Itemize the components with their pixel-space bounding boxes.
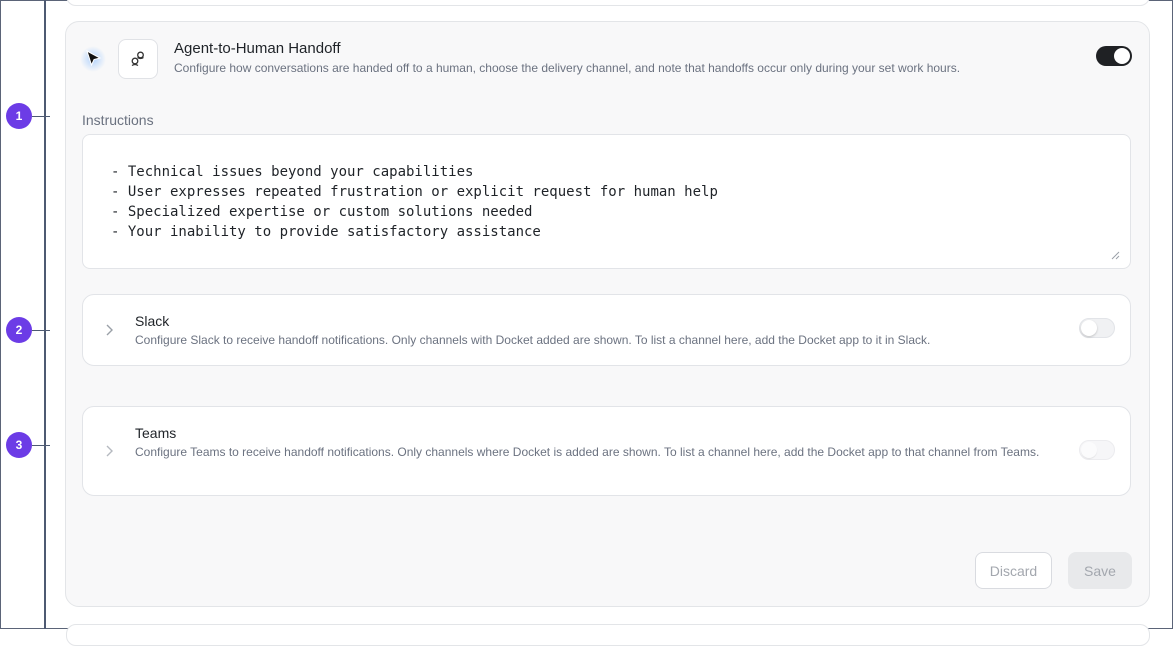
instructions-line: - Technical issues beyond your capabilit… bbox=[111, 164, 474, 180]
cursor-arrow-icon bbox=[86, 50, 102, 67]
instructions-textarea[interactable]: - Technical issues beyond your capabilit… bbox=[82, 134, 1131, 269]
slack-title: Slack bbox=[135, 313, 170, 329]
handoff-icon bbox=[118, 39, 158, 79]
instructions-line: - Your inability to provide satisfactory… bbox=[111, 224, 541, 240]
slack-enabled-toggle[interactable] bbox=[1079, 318, 1115, 338]
instructions-label: Instructions bbox=[82, 112, 154, 128]
instructions-line: - Specialized expertise or custom soluti… bbox=[111, 204, 533, 220]
save-button[interactable]: Save bbox=[1068, 552, 1132, 589]
teams-title: Teams bbox=[135, 425, 177, 441]
next-card bbox=[66, 624, 1150, 646]
handoff-title: Agent-to-Human Handoff bbox=[174, 40, 341, 57]
teams-description: Configure Teams to receive handoff notif… bbox=[135, 445, 1040, 459]
toggle-knob bbox=[1114, 48, 1130, 64]
chevron-right-icon[interactable] bbox=[104, 444, 114, 458]
handoff-enabled-toggle[interactable] bbox=[1096, 46, 1132, 66]
annotation-connector-3 bbox=[32, 445, 50, 446]
annotation-marker-2: 2 bbox=[6, 317, 32, 343]
teams-channel-card[interactable]: Teams Configure Teams to receive handoff… bbox=[82, 406, 1131, 496]
link-nodes-icon bbox=[131, 51, 144, 67]
toggle-knob bbox=[1081, 320, 1097, 336]
slack-description: Configure Slack to receive handoff notif… bbox=[135, 333, 931, 347]
discard-button[interactable]: Discard bbox=[975, 552, 1052, 589]
annotation-guide-line bbox=[44, 0, 46, 629]
chevron-right-icon[interactable] bbox=[104, 323, 114, 337]
annotation-marker-1: 1 bbox=[6, 103, 32, 129]
annotation-marker-3: 3 bbox=[6, 432, 32, 458]
annotation-connector-2 bbox=[32, 330, 50, 331]
instructions-line: - User expresses repeated frustration or… bbox=[111, 184, 718, 200]
toggle-knob bbox=[1081, 442, 1097, 458]
slack-channel-card[interactable]: Slack Configure Slack to receive handoff… bbox=[82, 294, 1131, 366]
annotation-connector-1 bbox=[32, 116, 50, 117]
previous-card bbox=[66, 0, 1150, 6]
teams-enabled-toggle[interactable] bbox=[1079, 440, 1115, 460]
resize-handle-icon[interactable] bbox=[1111, 251, 1120, 260]
handoff-subtitle: Configure how conversations are handed o… bbox=[174, 61, 961, 75]
